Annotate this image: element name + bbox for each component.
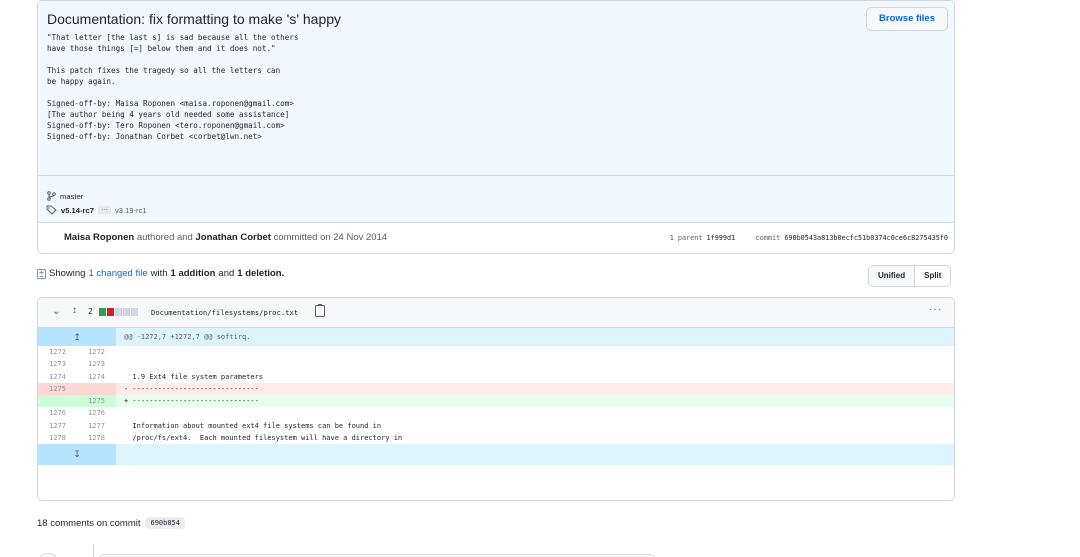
new-line-number[interactable] — [77, 382, 116, 396]
new-line-number[interactable]: 1274 — [77, 371, 116, 383]
new-line-number[interactable]: 1272 — [77, 346, 116, 358]
additions-count: 1 addition — [170, 268, 216, 279]
tag-newest[interactable]: v5.14-rc7 — [61, 206, 94, 215]
branch-name[interactable]: master — [60, 192, 83, 201]
tag-info: v5.14-rc7 … v3.19-rc1 — [46, 205, 147, 215]
old-line-number[interactable]: 1277 — [38, 420, 77, 432]
diffstat-neutral-block — [131, 308, 138, 316]
diff-line: 1273 1273 — [38, 358, 954, 370]
diffstat-added-block — [99, 308, 106, 316]
diff-line-added: 1275 + ------------------------------ — [38, 395, 954, 408]
expand-up-icon[interactable]: ↥ — [38, 328, 116, 346]
diffstat-neutral-block — [123, 308, 130, 316]
changed-files-link[interactable]: 1 changed file — [88, 268, 147, 279]
branch-info[interactable]: master — [47, 191, 83, 201]
diffstat-deleted-block — [107, 308, 114, 316]
chevron-down-icon[interactable]: ⌄ — [52, 306, 60, 317]
commit-footer: Maisa Roponen authored and Jonathan Corb… — [38, 223, 954, 253]
diff-lines: 1272 1272 1273 1273 1274 1274 1.9 Ext4 file s… — [38, 346, 954, 444]
parent-sha-link[interactable]: 1f999d1 — [707, 234, 736, 242]
showing-text: Showing — [49, 268, 86, 279]
diff-summary: Showing 1 changed file with 1 addition a… — [37, 268, 284, 279]
new-line-number[interactable]: 1273 — [77, 358, 116, 370]
new-line-number[interactable]: 1276 — [77, 407, 116, 419]
new-line-number[interactable]: 1278 — [77, 432, 116, 444]
commit-sha-badge: 690b054 — [145, 517, 185, 529]
commit-sha: 690b0543a813b0ecfc51b0374c0ce6c8275435f0 — [784, 234, 948, 242]
commit-label: commit — [755, 234, 781, 242]
line-code: - ------------------------------ — [116, 382, 954, 396]
expand-row: ↧ — [38, 444, 954, 466]
comments-heading: 18 comments on commit 690b054 — [37, 517, 185, 529]
commit-description: "That letter [the last s] is sad because… — [47, 33, 299, 141]
old-line-number[interactable] — [38, 395, 77, 408]
deletions-count: 1 deletion. — [237, 268, 285, 279]
avatar[interactable] — [37, 553, 59, 557]
hunk-header: ↥ @@ -1272,7 +1272,7 @@ softirq. — [38, 328, 954, 346]
new-line-number[interactable]: 1275 — [77, 395, 116, 408]
diffstat-neutral-block — [115, 308, 122, 316]
commit-title: Documentation: fix formatting to make 's… — [47, 11, 342, 27]
old-line-number[interactable]: 1272 — [38, 346, 77, 358]
diff-line: 1278 1278 /proc/fs/ext4. Each mounted fil… — [38, 432, 954, 444]
line-code: /proc/fs/ext4. Each mounted filesystem w… — [124, 434, 403, 443]
commit-header: Documentation: fix formatting to make 's… — [38, 1, 954, 223]
tag-icon — [46, 205, 57, 215]
change-count: 2 — [88, 307, 93, 316]
expand-all-icon[interactable]: ↕ — [72, 305, 77, 316]
kebab-menu-icon[interactable]: ··· — [929, 304, 942, 315]
author-line: Maisa Roponen authored and Jonathan Corb… — [64, 232, 387, 243]
split-view-button[interactable]: Split — [915, 266, 950, 286]
timeline-line — [93, 544, 94, 557]
file-header: ⌄ ↕ 2 Documentation/filesystems/proc.txt… — [38, 298, 954, 328]
diff-line: 1274 1274 1.9 Ext4 file system parameters — [38, 371, 954, 383]
diffstat-bar — [99, 308, 138, 316]
unified-view-button[interactable]: Unified — [869, 266, 916, 286]
parent-label: 1 parent — [669, 234, 703, 242]
committer-link[interactable]: Jonathan Corbet — [195, 232, 270, 243]
author-link[interactable]: Maisa Roponen — [64, 232, 134, 243]
new-line-number[interactable]: 1277 — [77, 420, 116, 432]
diff-line-deleted: 1275 - ------------------------------ — [38, 382, 954, 396]
hunk-text: @@ -1272,7 +1272,7 @@ softirq. — [124, 333, 251, 341]
diff-line: 1276 1276 — [38, 407, 954, 419]
old-line-number[interactable]: 1276 — [38, 407, 77, 419]
diff-line: 1277 1277 Information about mounted ext4 … — [38, 420, 954, 432]
diff-view-toggle: Unified Split — [868, 265, 952, 287]
line-code: Information about mounted ext4 file syst… — [124, 421, 382, 430]
committed-date: committed on 24 Nov 2014 — [273, 232, 388, 243]
copy-icon[interactable] — [315, 304, 325, 317]
file-diff: ⌄ ↕ 2 Documentation/filesystems/proc.txt… — [37, 297, 955, 501]
old-line-number[interactable]: 1275 — [38, 382, 77, 396]
tag-expand-button[interactable]: … — [97, 205, 111, 214]
comments-title: 18 comments on commit — [37, 517, 141, 529]
expand-down-icon[interactable]: ↧ — [38, 444, 116, 466]
authored-text: authored and — [136, 232, 193, 243]
commit-box: Documentation: fix formatting to make 's… — [37, 0, 955, 254]
old-line-number[interactable]: 1273 — [38, 358, 77, 370]
file-path-link[interactable]: Documentation/filesystems/proc.txt — [151, 308, 298, 317]
old-line-number[interactable]: 1278 — [38, 432, 77, 444]
git-branch-icon — [47, 191, 56, 201]
browse-files-button[interactable]: Browse files — [866, 7, 948, 31]
tag-oldest[interactable]: v3.19-rc1 — [115, 206, 147, 215]
line-code: + ------------------------------ — [116, 395, 954, 408]
file-diff-icon — [37, 268, 46, 279]
with-text: with — [150, 268, 168, 279]
parent-commit-info: 1 parent 1f999d1 commit 690b0543a813b0ec… — [670, 234, 948, 242]
diff-line: 1272 1272 — [38, 346, 954, 358]
line-code: 1.9 Ext4 file system parameters — [124, 372, 264, 381]
and-text: and — [218, 268, 235, 279]
old-line-number[interactable]: 1274 — [38, 371, 77, 383]
divider — [38, 175, 954, 176]
